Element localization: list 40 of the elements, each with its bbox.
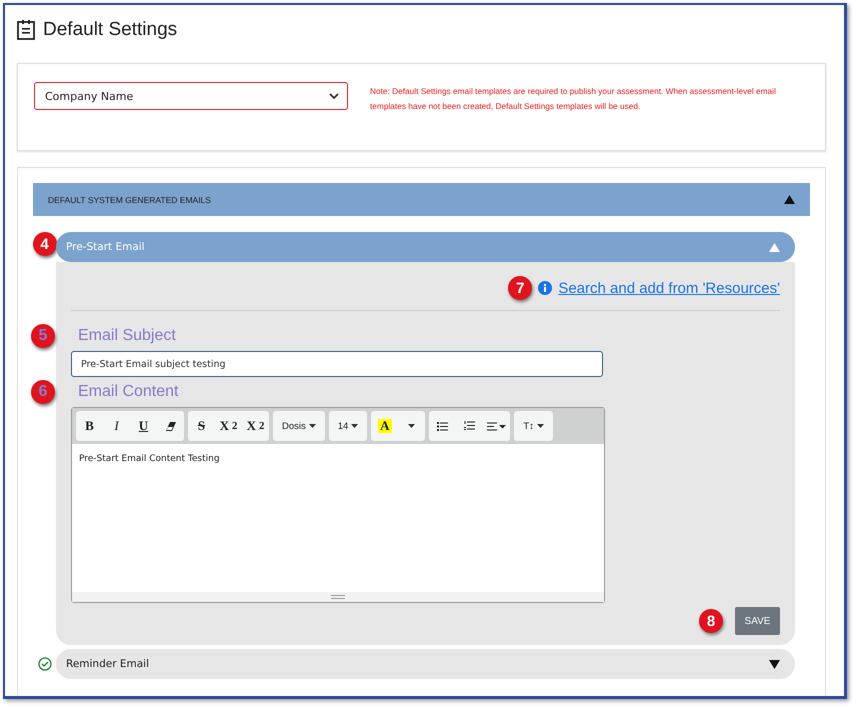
resize-handle-icon[interactable] (331, 595, 345, 599)
eraser-icon[interactable] (166, 422, 176, 430)
accordion-title: Reminder Email (66, 658, 149, 670)
editor-text[interactable]: Pre-Start Email Content Testing (72, 444, 604, 592)
subject-field[interactable]: Pre-Start Email subject testing (71, 351, 603, 377)
field-label: Email Subject (78, 327, 176, 345)
align-icon[interactable] (487, 422, 506, 430)
caret-icon (351, 424, 358, 428)
collapse-icon[interactable] (784, 195, 795, 204)
toolbar-dropdown[interactable]: T↕ (514, 411, 553, 441)
numbered-list-icon[interactable] (464, 421, 476, 431)
expand-icon[interactable] (769, 660, 780, 668)
bulleted-list-icon[interactable] (437, 422, 448, 430)
company-select[interactable]: Company Name (34, 82, 348, 110)
section-header[interactable]: DEFAULT SYSTEM GENERATED EMAILS (33, 183, 810, 216)
callout-marker: 4 (32, 232, 56, 256)
clipboard-icon (17, 20, 35, 40)
caret-icon (408, 424, 416, 428)
callout-marker: 7 (508, 276, 532, 300)
section-title: DEFAULT SYSTEM GENERATED EMAILS (48, 194, 211, 204)
accordion-title: Pre-Start Email (66, 241, 145, 253)
save-button[interactable]: SAVE (735, 607, 780, 635)
page-title: Default Settings (43, 19, 178, 41)
field-label: Email Content (78, 383, 178, 401)
callout-marker: 6 (31, 380, 55, 404)
note-text: Note: Default Settings email templates are required to publish your assessment. When assessment-level email templates have not been created, Default Settings templates will be used. (370, 85, 777, 113)
info-icon (538, 281, 552, 295)
toolbar-button[interactable]: I (103, 411, 130, 441)
toolbar-dropdown[interactable]: 14 (328, 411, 368, 441)
chevron-down-icon (329, 93, 339, 99)
callout-marker: 5 (31, 324, 55, 348)
callout-marker: 8 (699, 609, 723, 633)
toolbar-button[interactable]: B (76, 411, 103, 441)
toolbar-dropdown[interactable]: Dosis (273, 411, 325, 441)
accordion-header[interactable]: Reminder Email (56, 649, 795, 679)
resources-link[interactable]: Search and add from 'Resources' (558, 280, 780, 296)
toolbar-button[interactable]: U (130, 411, 157, 441)
caret-icon (536, 424, 544, 428)
toolbar-button[interactable]: S (188, 411, 215, 441)
caret-icon (308, 424, 316, 428)
